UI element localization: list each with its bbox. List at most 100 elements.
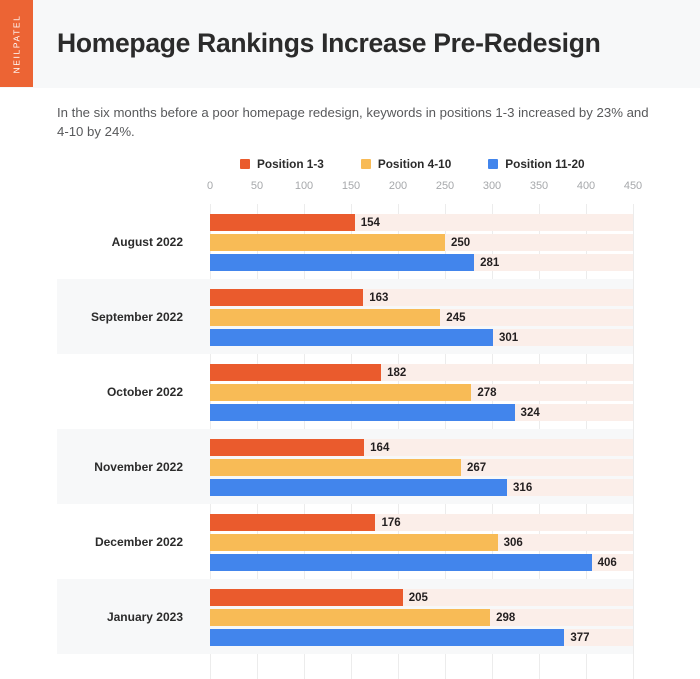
bar-track: 164 xyxy=(210,439,633,456)
x-axis-tick-400: 400 xyxy=(576,180,596,192)
x-axis-tick-450: 450 xyxy=(623,180,643,192)
bar[interactable] xyxy=(210,254,475,271)
bar-value-label: 267 xyxy=(466,461,487,474)
legend-item-1[interactable]: Position 1-3 xyxy=(240,157,324,171)
bar-value-label: 278 xyxy=(477,386,497,399)
bar-stack: 176 306 406 xyxy=(210,514,633,574)
bar[interactable] xyxy=(210,404,515,421)
chart-subtitle: In the six months before a poor homepage… xyxy=(57,105,649,139)
x-axis-tick-0: 0 xyxy=(206,180,214,192)
bar-track: 324 xyxy=(210,404,633,421)
bar[interactable] xyxy=(210,289,364,306)
bar-group-row: August 2022 154 250 281 xyxy=(0,204,700,279)
bar-value-label: 298 xyxy=(496,611,516,624)
legend-swatch-icon xyxy=(360,159,371,169)
bar-stack: 205 298 377 xyxy=(210,589,633,649)
bar[interactable] xyxy=(210,479,508,496)
x-axis-tick-200: 200 xyxy=(388,180,408,192)
bar-track: 298 xyxy=(210,609,633,626)
legend-label: Position 4-10 xyxy=(377,157,452,171)
bar-group-row: December 2022 176 306 406 xyxy=(0,504,700,579)
bar-track: 182 xyxy=(210,364,633,381)
category-label: January 2023 xyxy=(106,609,183,624)
x-axis-tick-350: 350 xyxy=(529,180,549,192)
bar[interactable] xyxy=(210,514,376,531)
bar-track: 281 xyxy=(210,254,633,271)
infographic-page: NEILPATEL Homepage Rankings Increase Pre… xyxy=(0,0,700,679)
bar-stack: 182 278 324 xyxy=(210,364,633,424)
bar[interactable] xyxy=(210,439,365,456)
bar-group-row: October 2022 182 278 324 xyxy=(0,354,700,429)
bar-value-label: 245 xyxy=(446,311,466,324)
bar[interactable] xyxy=(210,309,441,326)
legend-item-3[interactable]: Position 11-20 xyxy=(488,157,585,171)
brand-tab: NEILPATEL xyxy=(0,0,33,87)
bar-value-label: 154 xyxy=(360,216,380,229)
x-axis-tick-50: 50 xyxy=(250,180,264,192)
chart-area: 0 50 100 150 200 250 300 350 400 450 August 2022 1… xyxy=(0,180,700,679)
bar-value-label: 306 xyxy=(503,536,523,549)
bar[interactable] xyxy=(210,384,472,401)
bar-track: 245 xyxy=(210,309,633,326)
legend-item-2[interactable]: Position 4-10 xyxy=(360,157,452,171)
bar-stack: 164 267 316 xyxy=(210,439,633,499)
bar-stack: 163 245 301 xyxy=(210,289,633,349)
bar-stack: 154 250 281 xyxy=(210,214,633,274)
bar-group-row: September 2022 163 245 301 xyxy=(0,279,700,354)
bar[interactable] xyxy=(210,214,355,231)
bar-value-label: 205 xyxy=(408,591,428,604)
bar-value-label: 324 xyxy=(520,406,540,419)
bar-value-label: 176 xyxy=(381,516,401,529)
bar-value-label: 377 xyxy=(570,631,590,644)
category-label: December 2022 xyxy=(94,534,183,549)
bar-value-label: 281 xyxy=(480,256,500,269)
bar[interactable] xyxy=(210,234,445,251)
category-label: October 2022 xyxy=(106,384,183,399)
bar-group-row: January 2023 205 298 377 xyxy=(0,579,700,654)
bar-track: 301 xyxy=(210,329,633,346)
legend-swatch-icon xyxy=(240,159,250,169)
category-label: September 2022 xyxy=(90,309,183,324)
x-axis-tick-250: 250 xyxy=(435,180,455,192)
bar-group-list: August 2022 154 250 281 September 2022 163 245… xyxy=(0,204,700,654)
bar-value-label: 316 xyxy=(513,481,533,494)
page-title: Homepage Rankings Increase Pre-Redesign xyxy=(57,28,601,58)
plot-area: August 2022 154 250 281 September 2022 163 245… xyxy=(0,204,700,679)
bar[interactable] xyxy=(210,589,403,606)
category-label: August 2022 xyxy=(111,234,183,249)
bar-track: 205 xyxy=(210,589,633,606)
bar[interactable] xyxy=(210,629,565,646)
bar[interactable] xyxy=(210,534,498,551)
x-axis-tick-300: 300 xyxy=(482,180,502,192)
legend-label: Position 11-20 xyxy=(505,157,585,171)
category-label: November 2022 xyxy=(94,459,183,474)
bar-track: 267 xyxy=(210,459,633,476)
bar-track: 154 xyxy=(210,214,633,231)
bar-track: 250 xyxy=(210,234,633,251)
bar[interactable] xyxy=(210,364,382,381)
x-axis-tick-100: 100 xyxy=(294,180,314,192)
bar[interactable] xyxy=(210,609,491,626)
bar[interactable] xyxy=(210,554,592,571)
bar-value-label: 164 xyxy=(370,441,390,454)
legend-swatch-icon xyxy=(488,159,499,169)
chart-legend: Position 1-3 Position 4-10 Position 11-20 xyxy=(240,157,585,171)
x-axis-tick-150: 150 xyxy=(341,180,361,192)
legend-label: Position 1-3 xyxy=(257,157,324,171)
bar-track: 176 xyxy=(210,514,633,531)
bar-track: 316 xyxy=(210,479,633,496)
bar-track: 306 xyxy=(210,534,633,551)
bar-track: 377 xyxy=(210,629,633,646)
bar-value-label: 182 xyxy=(387,366,407,379)
bar-value-label: 301 xyxy=(498,331,519,344)
x-axis-tick-labels: 0 50 100 150 200 250 300 350 400 450 xyxy=(0,180,700,198)
bar[interactable] xyxy=(210,329,493,346)
bar-value-label: 250 xyxy=(451,236,471,249)
bar-group-row: November 2022 164 267 316 xyxy=(0,429,700,504)
bar-track: 278 xyxy=(210,384,633,401)
bar-value-label: 406 xyxy=(597,556,617,569)
bar[interactable] xyxy=(210,459,461,476)
brand-name: NEILPATEL xyxy=(11,14,22,73)
bar-track: 406 xyxy=(210,554,633,571)
bar-value-label: 163 xyxy=(369,291,389,304)
